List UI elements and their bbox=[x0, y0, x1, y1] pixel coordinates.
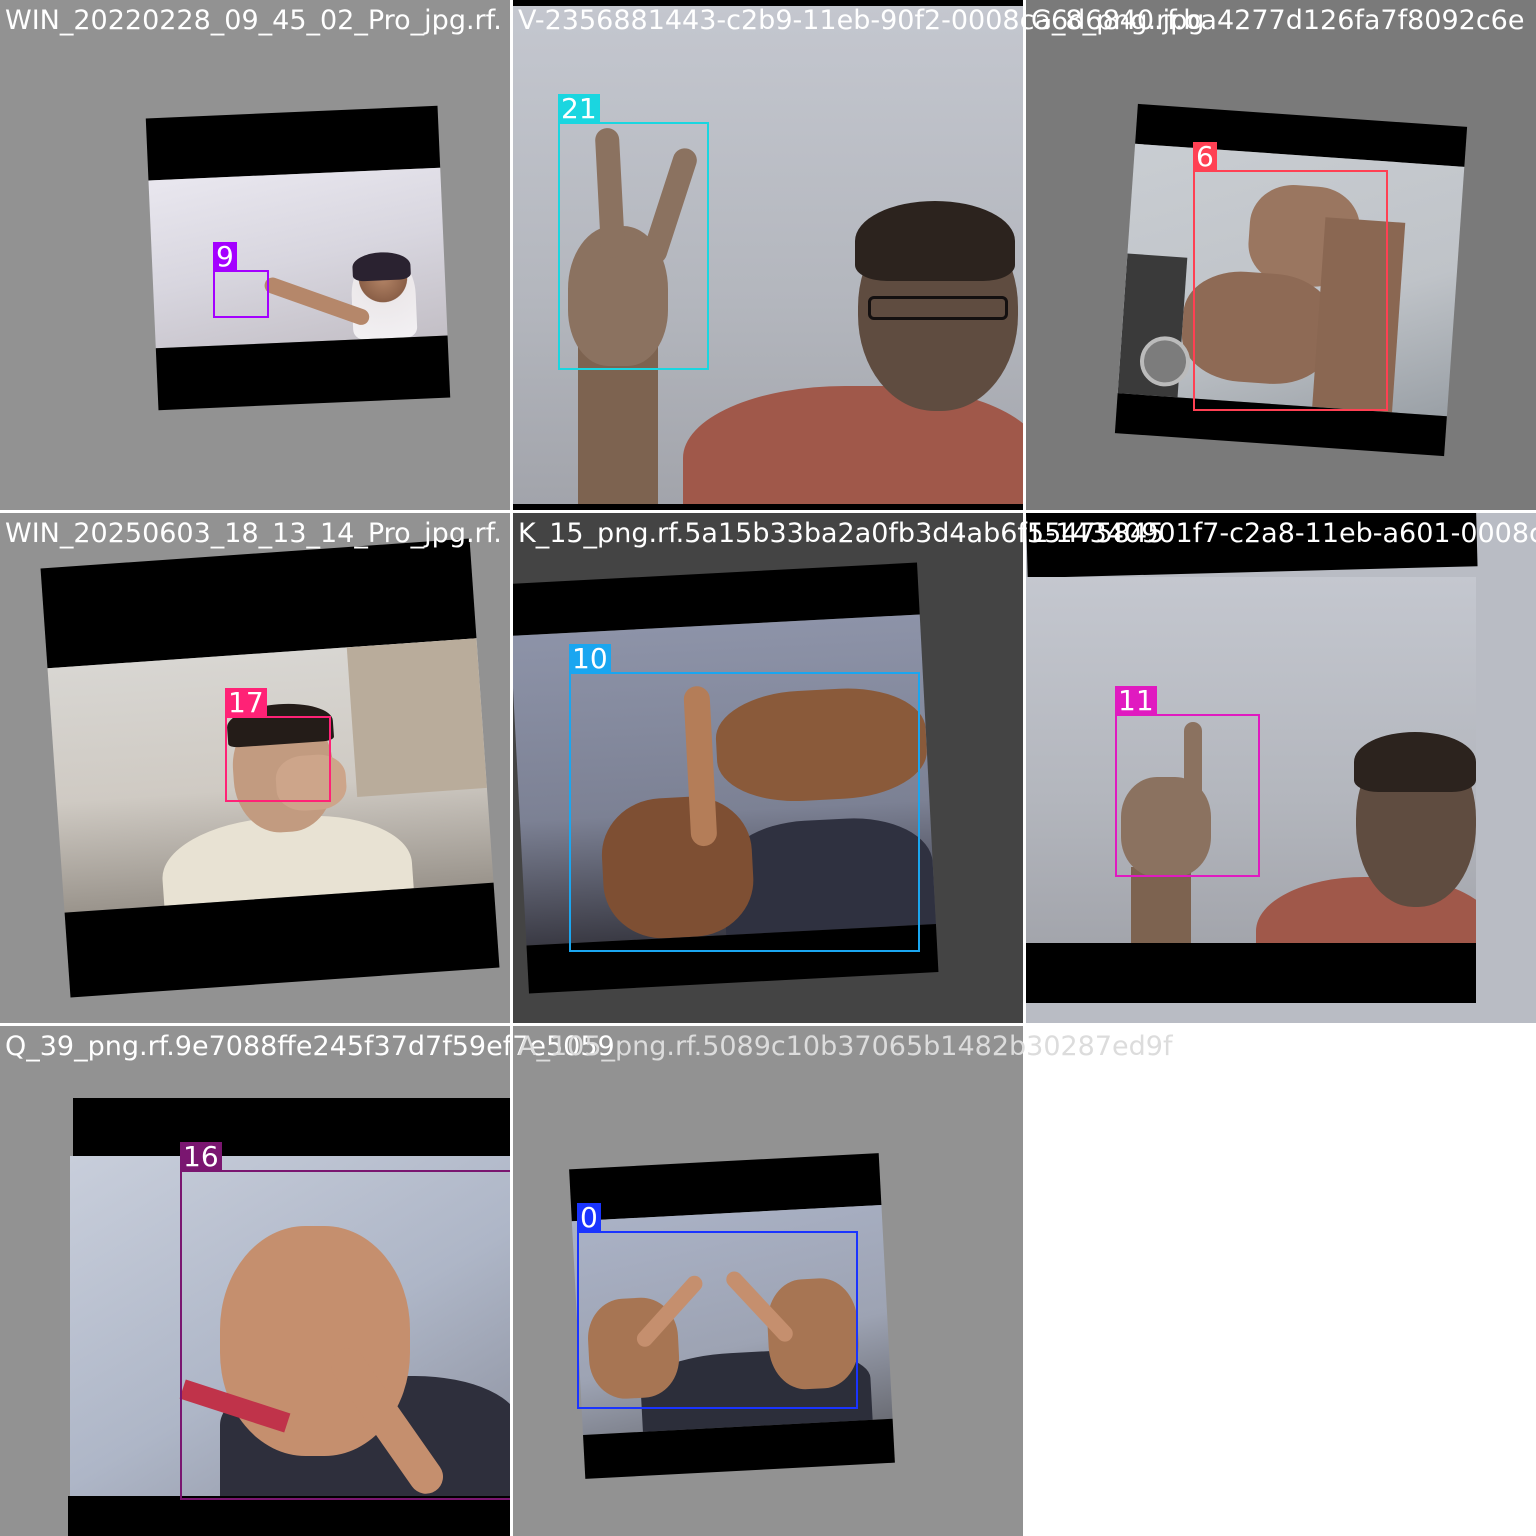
mosaic-tile: 6 bbox=[1026, 0, 1536, 510]
class-label: 11 bbox=[1115, 686, 1157, 715]
letterbox-band bbox=[155, 335, 451, 411]
class-label: 21 bbox=[558, 94, 600, 123]
class-label: 16 bbox=[180, 1142, 222, 1171]
bounding-box: 9 bbox=[213, 242, 269, 318]
bounding-box: 17 bbox=[225, 688, 331, 802]
hair bbox=[855, 201, 1015, 281]
class-label: 6 bbox=[1193, 142, 1217, 171]
bounding-box: 10 bbox=[569, 644, 920, 952]
shelves bbox=[346, 638, 487, 797]
glasses bbox=[868, 296, 1008, 320]
mosaic-tile: 0 bbox=[513, 1026, 1023, 1536]
arm bbox=[1131, 867, 1191, 949]
class-label: 9 bbox=[213, 242, 237, 271]
grid-divider bbox=[0, 1023, 1026, 1026]
mosaic-tile: 16 bbox=[0, 1026, 510, 1536]
bounding-box: 0 bbox=[577, 1203, 858, 1409]
mosaic-tile: 9 bbox=[0, 0, 510, 510]
mosaic-tile: 17 bbox=[0, 513, 510, 1023]
bounding-box: 21 bbox=[558, 94, 709, 370]
mosaic-tile: 10 bbox=[513, 513, 1023, 1023]
hair bbox=[1354, 732, 1476, 792]
letterbox-band bbox=[1026, 513, 1478, 578]
letterbox-band bbox=[1026, 943, 1476, 1003]
bounding-box: 11 bbox=[1115, 686, 1260, 877]
grid-divider bbox=[1023, 0, 1026, 1026]
grid-divider bbox=[0, 510, 1536, 513]
class-label: 17 bbox=[225, 688, 267, 717]
bounding-box: 6 bbox=[1193, 142, 1388, 411]
grid-divider bbox=[510, 0, 513, 1536]
photo bbox=[148, 167, 448, 349]
mosaic-tile: 21 bbox=[513, 0, 1023, 510]
class-label: 0 bbox=[577, 1203, 601, 1232]
letterbox-band bbox=[73, 1098, 510, 1156]
person-body bbox=[683, 386, 1023, 504]
bounding-box: 16 bbox=[180, 1142, 510, 1500]
class-label: 10 bbox=[569, 644, 611, 673]
letterbox-band bbox=[68, 1496, 510, 1536]
hair bbox=[351, 251, 412, 282]
rotated-frame bbox=[145, 105, 451, 411]
mosaic-tile: 11 bbox=[1026, 513, 1536, 1023]
